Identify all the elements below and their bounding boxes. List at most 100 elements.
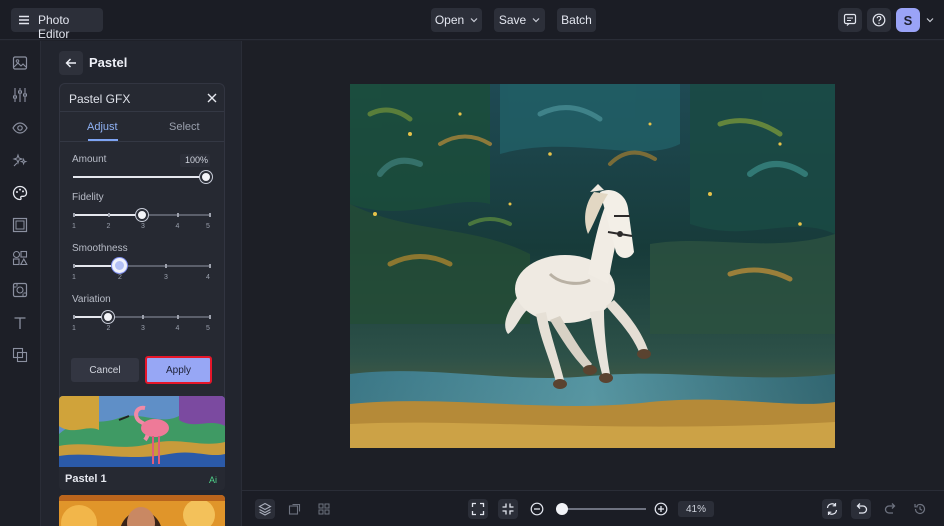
divider [60,141,224,142]
fidelity-tick [176,213,179,217]
effects-panel: Pastel Pastel GFX Adjust Select Amount 1… [41,41,242,526]
graphics-shapes-icon[interactable] [10,248,30,268]
amount-slider-handle[interactable] [200,171,212,183]
preset-thumbnail [59,396,225,467]
back-button[interactable] [59,51,83,75]
smoothness-tick-label: 1 [72,274,76,281]
tab-select[interactable]: Select [169,121,200,133]
variation-tick [73,315,75,319]
reset-icon[interactable] [822,499,842,519]
eye-icon[interactable] [10,118,30,138]
chevron-down-icon [470,17,478,23]
preset-pastel-1[interactable]: Pastel 1 Ai [59,396,225,490]
zoom-value[interactable]: 41% [678,501,714,517]
variation-tick-label: 3 [141,325,145,332]
history-icon[interactable] [910,499,930,519]
undo-icon[interactable] [851,499,871,519]
effect-title: Pastel GFX [69,92,131,106]
variation-label: Variation [72,294,111,305]
zoom-slider[interactable] [560,508,646,510]
chevron-down-icon [532,17,540,23]
amount-fill [73,176,211,178]
smoothness-slider[interactable] [73,258,211,273]
top-bar: Photo Editor Open Save Batch S [0,0,944,41]
close-icon[interactable] [205,91,219,105]
open-button[interactable]: Open [431,8,482,32]
fidelity-slider[interactable] [73,209,211,221]
variation-tick [209,315,211,319]
app-title: Photo Editor [38,13,70,41]
cancel-button[interactable]: Cancel [71,358,139,382]
preset-label: Pastel 1 [65,473,107,485]
actual-size-icon[interactable] [498,499,518,519]
compare-icon[interactable] [285,499,305,519]
layers-icon[interactable] [255,499,275,519]
fidelity-slider-handle[interactable] [136,209,148,221]
preset-thumbnail-next[interactable] [59,495,225,526]
ai-badge: Ai [209,475,218,485]
grid-icon[interactable] [314,499,334,519]
variation-tick-label: 4 [175,325,180,332]
fidelity-tick [209,213,211,217]
panel-title: Pastel [89,55,128,70]
fidelity-tick [107,213,110,217]
feedback-icon[interactable] [838,8,862,32]
open-label: Open [434,13,465,27]
effects-sparkle-icon[interactable] [10,150,30,170]
apply-button[interactable]: Apply [145,356,212,384]
fidelity-tick [73,213,75,217]
amount-value[interactable]: 100% [180,154,210,167]
variation-tick [176,315,179,319]
tool-rail [0,41,41,526]
variation-tick-label: 5 [206,325,210,332]
smoothness-tick-label: 3 [164,274,168,281]
fidelity-tick-label: 2 [106,223,111,230]
fidelity-label: Fidelity [72,192,104,203]
divider [60,111,224,112]
save-label: Save [498,13,527,27]
text-icon[interactable] [10,313,30,333]
amount-label: Amount [72,154,107,165]
frame-icon[interactable] [10,215,30,235]
zoom-slider-handle[interactable] [556,503,568,515]
overlay-icon[interactable] [10,345,30,365]
smoothness-slider-handle[interactable] [111,258,127,273]
variation-slider[interactable] [73,311,211,323]
edited-photo[interactable] [350,84,835,448]
image-icon[interactable] [10,53,30,73]
preset-thumbnail [59,495,225,526]
variation-tick [142,315,144,319]
arrow-left-icon [65,57,77,69]
painted-horse-image [350,84,835,448]
help-icon[interactable] [867,8,891,32]
fidelity-tick-label: 4 [175,223,180,230]
artsy-palette-icon[interactable] [10,183,30,203]
smoothness-tick-label: 4 [206,274,210,281]
bottom-toolbar: 41% [242,490,944,526]
variation-tick-label: 1 [72,325,76,332]
chevron-down-icon[interactable] [926,17,934,23]
redo-icon[interactable] [881,499,901,519]
save-button[interactable]: Save [494,8,545,32]
smoothness-tick [209,264,211,268]
hamburger-icon [18,14,30,26]
smoothness-tick [73,264,75,268]
tab-adjust[interactable]: Adjust [87,121,118,133]
batch-button[interactable]: Batch [557,8,596,32]
smoothness-tick-label: 2 [118,274,122,281]
texture-icon[interactable] [10,280,30,300]
adjust-sliders-icon[interactable] [10,85,30,105]
variation-slider-handle[interactable] [101,311,114,323]
menu-button[interactable]: Photo Editor [11,8,103,41]
avatar[interactable]: S [896,8,920,32]
smoothness-label: Smoothness [72,243,128,254]
fidelity-tick-label: 5 [206,223,210,230]
zoom-in-icon[interactable] [651,499,671,519]
image-canvas[interactable] [242,41,944,490]
fit-screen-icon[interactable] [468,499,488,519]
variation-tick-label: 2 [106,325,111,332]
fidelity-tick-label: 1 [72,223,76,230]
amount-slider[interactable] [73,171,212,183]
smoothness-tick [165,264,167,268]
zoom-out-icon[interactable] [527,499,547,519]
